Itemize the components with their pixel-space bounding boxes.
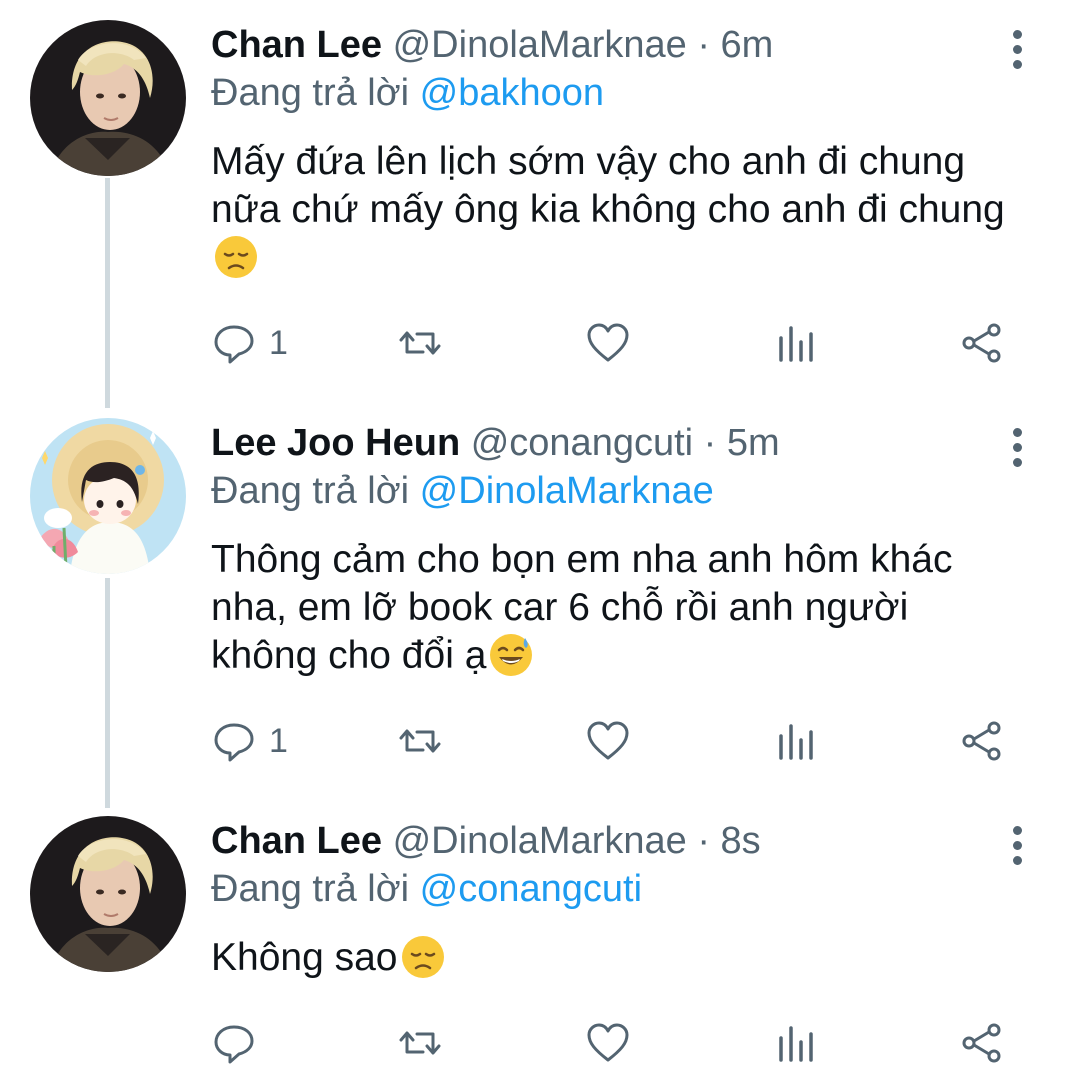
reply-count: 1 [269,721,288,760]
bar-chart-icon [779,326,813,362]
avatar[interactable] [30,20,186,176]
replying-to: Đang trả lời @conangcuti [211,868,642,911]
analytics-button[interactable] [773,716,819,766]
heart-icon [587,323,629,362]
reply-button[interactable]: 1 [211,716,288,766]
display-name[interactable]: Chan Lee [211,820,382,862]
reply-count: 1 [269,323,288,362]
speech-bubble-icon [214,723,254,762]
bar-chart-icon [779,724,813,760]
share-icon [962,1023,1001,1063]
avatar-illustration [30,418,186,574]
retweet-icon [399,331,441,355]
tweet-text: Không sao [211,934,1031,982]
tweet[interactable]: Chan Lee @DinolaMarknae · 6m Đang trả lờ… [0,20,1080,380]
retweet-button[interactable] [397,318,443,368]
retweet-button[interactable] [397,1018,443,1068]
analytics-button[interactable] [773,1018,819,1068]
tweet-header: Chan Lee @DinolaMarknae · 6m [211,20,773,70]
share-button[interactable] [959,716,1005,766]
like-button[interactable] [585,318,631,368]
tweet[interactable]: Lee Joo Heun @conangcuti · 5m Đang trả l… [0,418,1080,778]
username[interactable]: @conangcuti [471,422,693,464]
replying-prefix: Đang trả lời [211,868,410,910]
reply-button[interactable] [211,1018,269,1068]
replying-prefix: Đang trả lời [211,72,410,114]
separator-dot: · [697,820,710,862]
avatar[interactable] [30,418,186,574]
tweet-text: Thông cảm cho bọn em nha anh hôm khác nh… [211,536,1021,680]
share-icon [962,323,1001,363]
tweet-header: Lee Joo Heun @conangcuti · 5m [211,418,780,468]
tweet-actions: 1 [211,318,1021,368]
grinning-face-with-sweat-emoji [488,632,534,678]
separator-dot: · [697,24,710,66]
mention-link[interactable]: @conangcuti [420,868,642,910]
retweet-icon [399,1031,441,1055]
timestamp[interactable]: 6m [721,24,774,66]
speech-bubble-icon [214,1025,254,1064]
vertical-dots-icon[interactable] [1000,428,1034,468]
tweet-actions: 1 [211,716,1021,766]
timestamp[interactable]: 5m [727,422,780,464]
heart-icon [587,1023,629,1062]
avatar-photo [30,20,186,176]
vertical-dots-icon[interactable] [1000,30,1034,70]
tweet[interactable]: Chan Lee @DinolaMarknae · 8s Đang trả lờ… [0,816,1080,1076]
disappointed-face-emoji [213,234,259,280]
reply-button[interactable]: 1 [211,318,288,368]
replying-to: Đang trả lời @DinolaMarknae [211,470,714,513]
analytics-button[interactable] [773,318,819,368]
username[interactable]: @DinolaMarknae [393,820,687,862]
share-icon [962,721,1001,761]
disappointed-face-emoji [400,934,446,980]
tweet-text-content: Mấy đứa lên lịch sớm vậy cho anh đi chun… [211,140,1005,231]
share-button[interactable] [959,318,1005,368]
tweet-header: Chan Lee @DinolaMarknae · 8s [211,816,761,866]
bar-chart-icon [779,1026,813,1062]
mention-link[interactable]: @DinolaMarknae [420,470,714,512]
like-button[interactable] [585,716,631,766]
tweet-text-content: Không sao [211,936,398,979]
separator-dot: · [703,422,717,464]
avatar-photo [30,816,186,972]
tweet-text: Mấy đứa lên lịch sớm vậy cho anh đi chun… [211,138,1011,282]
heart-icon [587,721,629,760]
retweet-icon [399,729,441,753]
username[interactable]: @DinolaMarknae [393,24,687,66]
replying-to: Đang trả lời @bakhoon [211,72,604,115]
retweet-button[interactable] [397,716,443,766]
tweet-actions [211,1018,1021,1068]
like-button[interactable] [585,1018,631,1068]
display-name[interactable]: Chan Lee [211,24,382,66]
avatar[interactable] [30,816,186,972]
timestamp[interactable]: 8s [721,820,761,862]
tweet-text-content: Thông cảm cho bọn em nha anh hôm khác nh… [211,538,953,677]
display-name[interactable]: Lee Joo Heun [211,422,460,464]
mention-link[interactable]: @bakhoon [420,72,604,114]
replying-prefix: Đang trả lời [211,470,410,512]
share-button[interactable] [959,1018,1005,1068]
speech-bubble-icon [214,325,254,364]
vertical-dots-icon[interactable] [1000,826,1034,866]
